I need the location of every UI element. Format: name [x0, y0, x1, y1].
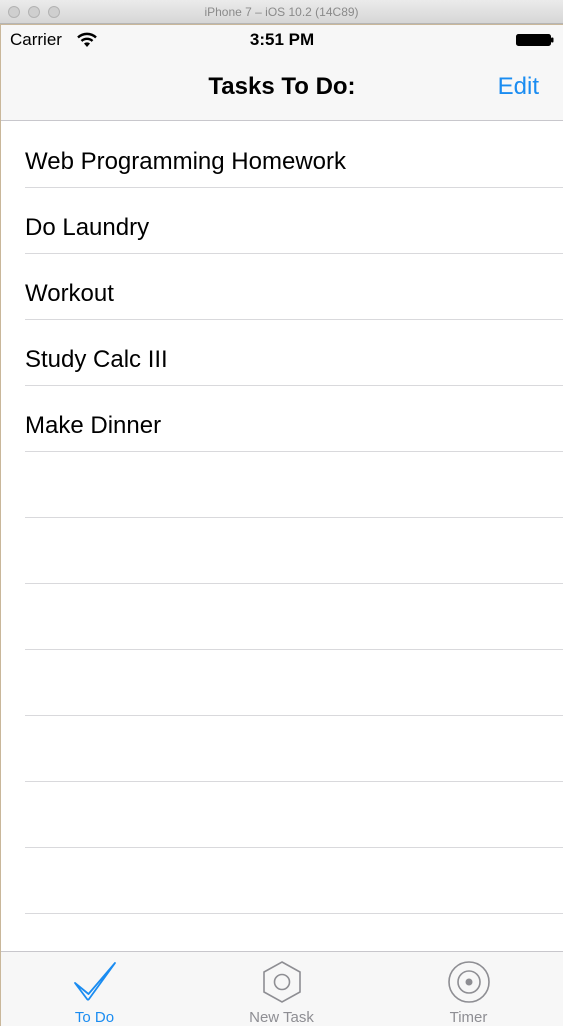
tab-bar: To Do New Task Timer — [1, 951, 563, 1026]
checkmark-icon — [73, 962, 116, 1001]
list-item-label: Make Dinner — [25, 412, 162, 439]
empty-row — [1, 650, 563, 716]
empty-row — [1, 518, 563, 584]
target-icon — [447, 961, 490, 1003]
list-item[interactable]: Workout — [1, 254, 563, 320]
battery-icon — [516, 34, 554, 46]
list-item[interactable]: Web Programming Homework — [1, 122, 563, 188]
status-bar: Carrier 3:51 PM — [1, 25, 563, 55]
hexagon-icon — [262, 961, 301, 1003]
list-item[interactable]: Study Calc III — [1, 320, 563, 386]
list-item-label: Do Laundry — [25, 214, 150, 241]
task-list[interactable]: Web Programming Homework Do Laundry Work… — [1, 122, 563, 952]
empty-row — [1, 452, 563, 518]
tab-new-task[interactable]: New Task — [188, 952, 375, 1026]
list-item-label: Workout — [25, 280, 114, 307]
simulator-window: iPhone 7 – iOS 10.2 (14C89) Carrier 3:51… — [0, 0, 563, 1026]
page-title: Tasks To Do: — [208, 73, 356, 100]
tab-label: To Do — [74, 1009, 115, 1026]
empty-row — [1, 782, 563, 848]
tab-label: New Task — [249, 1009, 314, 1026]
list-item[interactable]: Make Dinner — [1, 386, 563, 452]
tab-timer[interactable]: Timer — [375, 952, 562, 1026]
list-item-label: Web Programming Homework — [25, 148, 346, 175]
list-item[interactable]: Do Laundry — [1, 188, 563, 254]
empty-row — [1, 716, 563, 782]
list-item-label: Study Calc III — [25, 346, 168, 373]
simulator-titlebar: iPhone 7 – iOS 10.2 (14C89) — [0, 0, 563, 24]
empty-row — [1, 584, 563, 650]
edit-button[interactable]: Edit — [498, 73, 539, 101]
tab-to-do[interactable]: To Do — [1, 952, 188, 1026]
empty-row — [1, 848, 563, 914]
tab-label: Timer — [449, 1009, 488, 1026]
simulator-title: iPhone 7 – iOS 10.2 (14C89) — [204, 5, 359, 19]
status-time: 3:51 PM — [249, 30, 315, 49]
navigation-bar: Tasks To Do: Edit — [1, 55, 563, 121]
empty-row — [1, 914, 563, 952]
phone-screen: Carrier 3:51 PM Tasks To Do: Edit Web Pr… — [1, 25, 563, 1026]
